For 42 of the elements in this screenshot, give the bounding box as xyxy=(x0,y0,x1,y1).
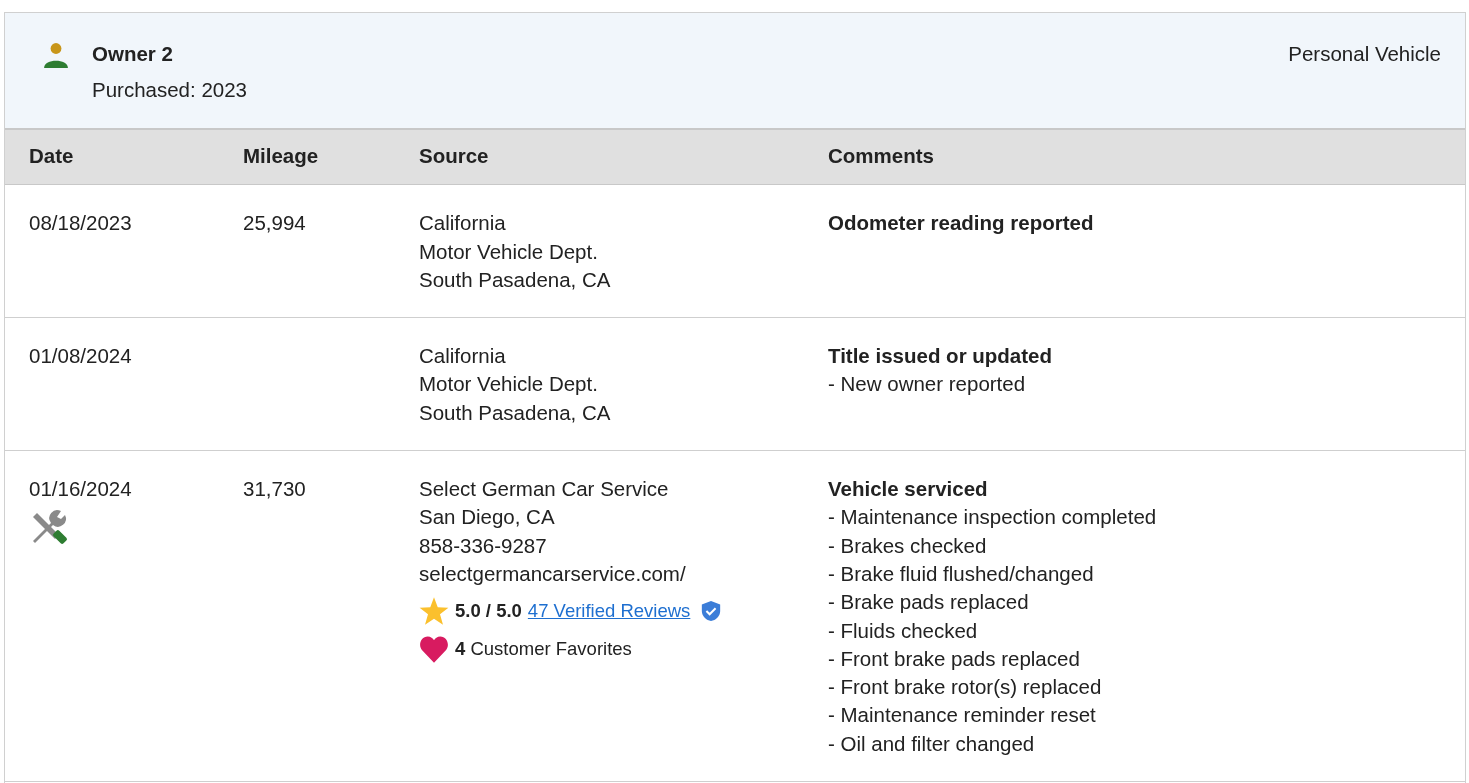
source-line: South Pasadena, CA xyxy=(419,266,612,293)
comment-title: Vehicle serviced xyxy=(828,476,989,503)
verified-shield-icon xyxy=(700,600,723,623)
comment-item: - Front brake rotor(s) replaced xyxy=(828,674,1103,701)
column-header: Comments xyxy=(828,143,935,169)
date-cell-text: 08/18/2023 xyxy=(29,210,133,237)
comment-item: - Maintenance reminder reset xyxy=(828,702,1097,729)
column-header: Source xyxy=(419,143,490,169)
rating-score: 5.0 / 5.0 xyxy=(455,599,522,624)
source-line: 858-336-9287 xyxy=(419,532,548,559)
source-line: Motor Vehicle Dept. xyxy=(419,238,599,265)
purchase-year: Purchased: 2023 xyxy=(92,77,248,103)
vehicle-usage: Personal Vehicle xyxy=(1288,41,1441,67)
comment-item: - Brake pads replaced xyxy=(828,589,1030,616)
source-line: Select German Car Service xyxy=(419,476,670,503)
comment-item: - Maintenance inspection completed xyxy=(828,504,1158,531)
comment-item: - New owner reported xyxy=(828,371,1027,398)
comment-item: - Brake fluid flushed/changed xyxy=(828,560,1095,587)
person-icon xyxy=(43,42,69,68)
source-line: California xyxy=(419,210,507,237)
source-line: San Diego, CA xyxy=(419,504,556,531)
comment-title: Odometer reading reported xyxy=(828,210,1095,237)
comment-item: - Brakes checked xyxy=(828,532,988,559)
mileage-cell-text: 31,730 xyxy=(243,476,307,503)
comment-item: - Front brake pads replaced xyxy=(828,645,1081,672)
comment-item: - Fluids checked xyxy=(828,617,979,644)
owner-name: Owner 2 xyxy=(92,41,174,67)
date-cell-text: 01/16/2024 xyxy=(29,476,133,503)
source-line: California xyxy=(419,343,507,370)
source-line: South Pasadena, CA xyxy=(419,399,612,426)
source-line: Motor Vehicle Dept. xyxy=(419,371,599,398)
date-cell-text: 01/08/2024 xyxy=(29,343,133,370)
comment-title: Title issued or updated xyxy=(828,343,1054,370)
reviews-link[interactable]: 47 Verified Reviews xyxy=(527,598,691,625)
source-line: selectgermancarservice.com/ xyxy=(419,560,687,587)
column-header: Date xyxy=(29,143,75,169)
comment-item: - Oil and filter changed xyxy=(828,730,1036,757)
customer-favorites: 4 Customer Favorites xyxy=(455,637,632,662)
star-icon xyxy=(419,596,449,627)
column-header: Mileage xyxy=(243,143,320,169)
mileage-cell-text: 25,994 xyxy=(243,210,307,237)
heart-icon xyxy=(419,634,449,665)
